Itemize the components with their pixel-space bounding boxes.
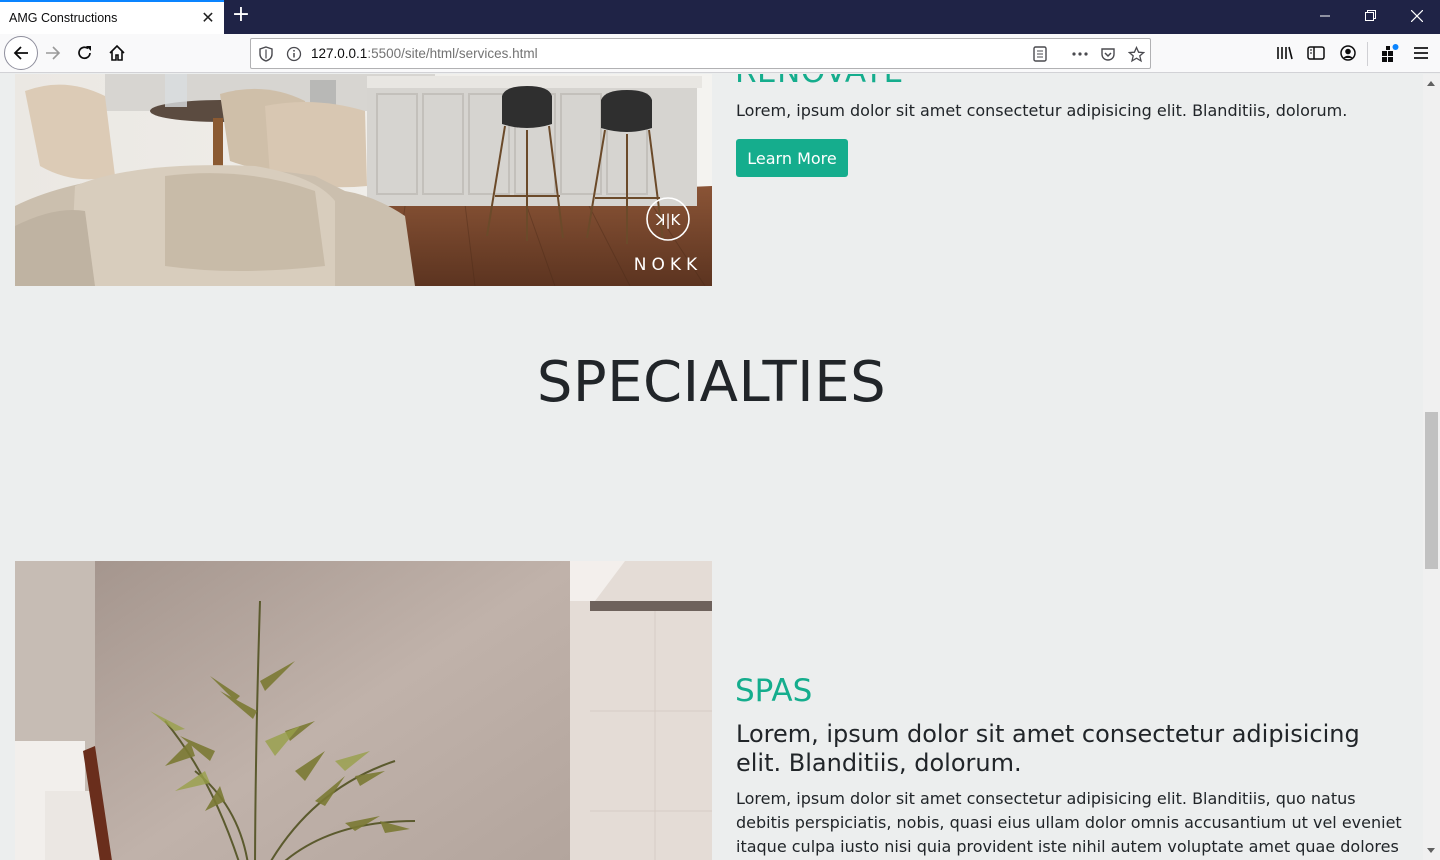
pocket-icon[interactable] [1097,44,1119,64]
reload-button[interactable] [70,38,100,68]
library-button[interactable] [1270,38,1300,68]
spas-title: SPAS [735,673,813,709]
sidebar-button[interactable] [1301,38,1331,68]
home-icon [109,44,125,61]
library-icon [1277,46,1293,60]
home-button[interactable] [102,38,132,68]
renovate-description: Lorem, ipsum dolor sit amet consectetur … [736,101,1348,120]
account-icon [1340,45,1356,61]
restore-window-icon[interactable] [1348,0,1394,32]
close-tab-icon[interactable]: ✕ [198,8,218,28]
reload-icon [78,46,91,60]
close-window-icon[interactable] [1394,0,1440,32]
reader-view-icon[interactable] [1029,44,1051,64]
back-arrow-icon [13,46,28,60]
site-info-icon[interactable] [283,44,305,64]
url-path: :5500/site/html/services.html [367,46,538,61]
new-tab-icon[interactable]: + [229,4,253,28]
bookmark-star-icon[interactable] [1125,44,1147,64]
spas-description: Lorem, ipsum dolor sit amet consectetur … [736,789,1402,856]
spas-lead-text: Lorem, ipsum dolor sit amet consectetur … [736,720,1360,777]
address-bar[interactable]: 127.0.0.1:5500/site/html/services.html [250,38,1151,69]
active-tab[interactable]: AMG Constructions ✕ [0,0,224,34]
forward-button[interactable] [38,38,68,68]
tracking-shield-icon[interactable] [255,44,277,64]
navigation-toolbar: 127.0.0.1:5500/site/html/services.html [0,34,1440,73]
learn-more-button[interactable]: Learn More [736,139,848,177]
scrollbar-thumb[interactable] [1425,412,1438,569]
account-button[interactable] [1333,38,1363,68]
nokk-logo-mark: ꓘ|K [655,211,682,229]
page-viewport: ꓘ|K NOKK RENOVATE Lorem, ipsum dolor sit… [0,74,1423,860]
minimize-window-icon[interactable] [1302,0,1348,32]
hamburger-menu-icon [1414,47,1428,59]
url-text[interactable]: 127.0.0.1:5500/site/html/services.html [311,46,538,61]
app-menu-button[interactable] [1406,38,1436,68]
renovate-title: RENOVATE [735,74,904,90]
extensions-icon [1382,44,1399,62]
tab-title: AMG Constructions [9,11,118,25]
scroll-down-arrow-icon[interactable] [1427,848,1435,853]
specialties-heading: SPECIALTIES [536,350,887,415]
nokk-watermark: NOKK [634,255,702,275]
url-host: 127.0.0.1 [311,46,368,61]
scroll-up-arrow-icon[interactable] [1427,81,1435,86]
extensions-button[interactable] [1374,38,1404,68]
back-button[interactable] [4,36,38,70]
forward-arrow-icon [46,46,61,60]
page-scrollbar[interactable] [1423,74,1440,860]
sidebar-icon [1307,46,1325,60]
toolbar-separator [1367,42,1368,66]
renovate-image: ꓘ|K NOKK [15,74,712,286]
spas-image [15,561,712,860]
tab-strip: AMG Constructions ✕ + [0,0,1440,34]
page-actions-icon[interactable] [1069,44,1091,64]
